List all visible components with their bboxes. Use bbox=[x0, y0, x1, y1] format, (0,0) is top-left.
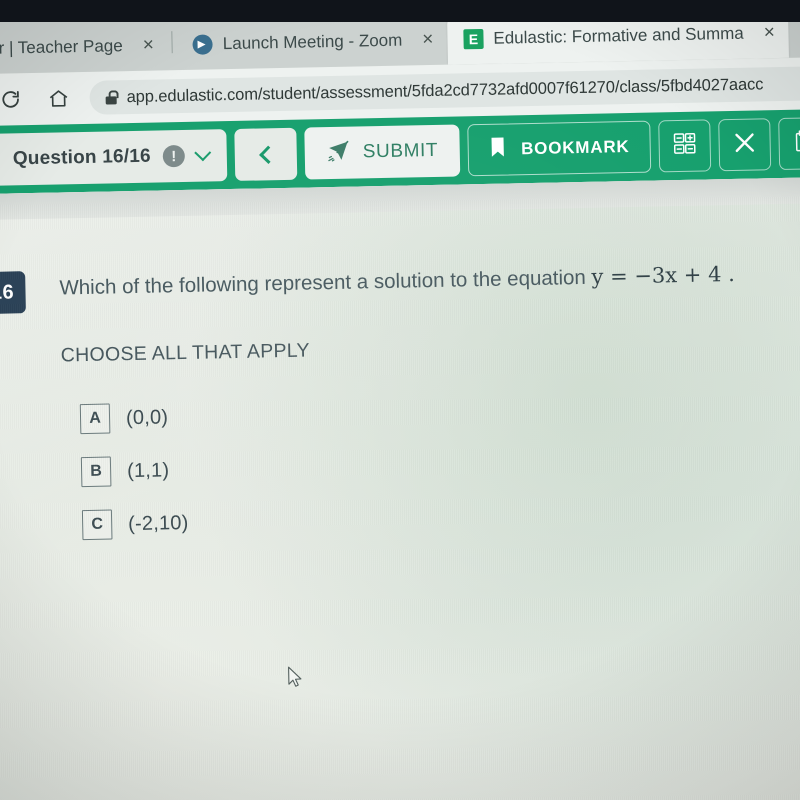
submit-label: SUBMIT bbox=[362, 139, 439, 163]
calculator-button[interactable] bbox=[657, 119, 712, 173]
bookmark-button[interactable]: BOOKMARK bbox=[467, 120, 652, 177]
bookmark-label: BOOKMARK bbox=[520, 137, 630, 159]
submit-button[interactable]: SUBMIT bbox=[304, 124, 461, 180]
question-stem: Which of the following represent a solut… bbox=[59, 259, 800, 302]
question-counter-panel: Question 16/16 ! bbox=[0, 129, 228, 186]
close-icon bbox=[731, 129, 758, 161]
answer-choice-b[interactable]: B (1,1) bbox=[80, 455, 188, 488]
question-equation: y = −3x + 4 . bbox=[591, 261, 736, 289]
info-icon[interactable]: ! bbox=[162, 144, 185, 168]
answer-choice-c[interactable]: C (-2,10) bbox=[81, 508, 189, 541]
choice-checkbox[interactable]: C bbox=[81, 509, 113, 541]
tab-close-icon[interactable]: × bbox=[422, 29, 434, 51]
photo-black-border bbox=[0, 0, 800, 22]
question-page: 16 Which of the following represent a so… bbox=[0, 177, 800, 800]
tab-title: Launch Meeting - Zoom bbox=[222, 30, 403, 54]
zoom-icon bbox=[192, 34, 214, 55]
question-counter-label: Question 16/16 bbox=[12, 145, 151, 170]
lock-icon bbox=[105, 90, 116, 104]
browser-tab-teacher-page[interactable]: r | Teacher Page × bbox=[0, 20, 168, 74]
paper-plane-icon bbox=[326, 138, 351, 167]
scratchpad-icon bbox=[791, 128, 800, 160]
tab-title: Edulastic: Formative and Summa bbox=[493, 23, 744, 48]
question-number-badge: 16 bbox=[0, 271, 26, 315]
tab-divider bbox=[171, 31, 173, 54]
edulastic-icon: E bbox=[463, 28, 484, 50]
previous-question-button[interactable] bbox=[234, 127, 298, 181]
bookmark-icon bbox=[489, 136, 508, 163]
question-stem-text: Which of the following represent a solut… bbox=[59, 265, 587, 300]
question-instruction: CHOOSE ALL THAT APPLY bbox=[60, 339, 311, 367]
tab-title: r | Teacher Page bbox=[0, 36, 123, 58]
tab-close-icon[interactable]: × bbox=[764, 22, 776, 44]
browser-window: r | Teacher Page × Launch Meeting - Zoom… bbox=[0, 1, 800, 800]
address-bar[interactable]: app.edulastic.com/student/assessment/5fd… bbox=[89, 65, 800, 115]
close-button[interactable] bbox=[717, 118, 772, 172]
chevron-left-icon bbox=[258, 145, 277, 164]
choice-label: (-2,10) bbox=[127, 511, 189, 535]
home-icon[interactable] bbox=[41, 81, 76, 116]
tab-close-icon[interactable]: × bbox=[142, 35, 154, 57]
calculator-icon bbox=[671, 130, 698, 162]
url-text: app.edulastic.com/student/assessment/5fd… bbox=[126, 74, 764, 106]
choice-label: (0,0) bbox=[125, 405, 169, 429]
mouse-pointer bbox=[287, 666, 303, 690]
photo-of-screen: r | Teacher Page × Launch Meeting - Zoom… bbox=[0, 0, 800, 800]
answer-choice-list: A (0,0) B (1,1) C (-2,10) bbox=[79, 402, 189, 541]
choice-checkbox[interactable]: B bbox=[80, 456, 112, 488]
choice-label: (1,1) bbox=[126, 458, 170, 482]
reload-icon[interactable] bbox=[0, 82, 28, 117]
answer-choice-a[interactable]: A (0,0) bbox=[79, 402, 187, 435]
browser-tab-zoom[interactable]: Launch Meeting - Zoom × bbox=[176, 15, 448, 70]
choice-checkbox[interactable]: A bbox=[79, 403, 111, 435]
chevron-down-icon[interactable] bbox=[194, 144, 212, 162]
scratchpad-button[interactable] bbox=[777, 117, 800, 171]
